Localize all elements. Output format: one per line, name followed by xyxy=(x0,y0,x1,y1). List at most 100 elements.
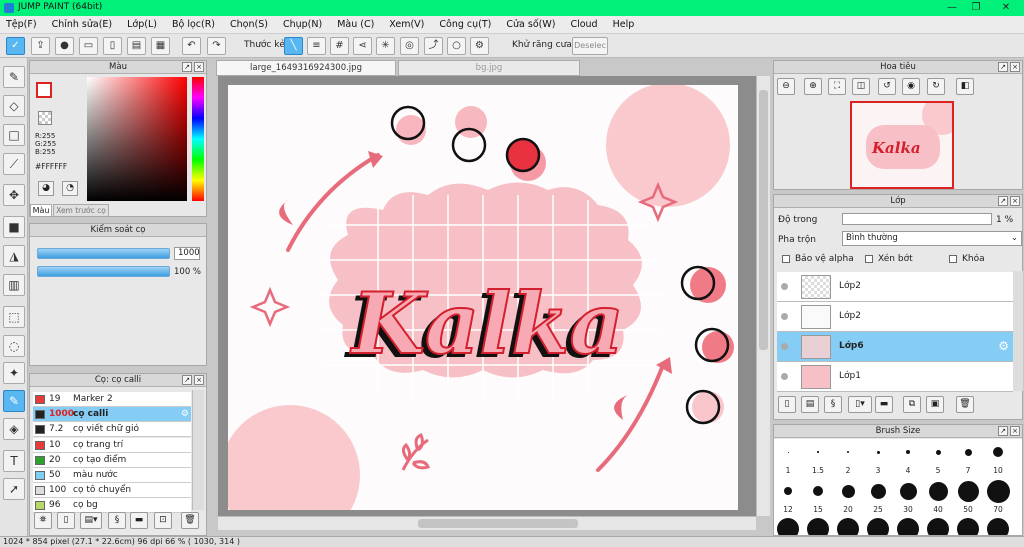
menu-filter[interactable]: Bộ lọc(R) xyxy=(172,19,215,30)
brush-size-option[interactable] xyxy=(957,480,979,502)
brush-size-slider[interactable] xyxy=(37,248,170,259)
brush-size-option[interactable] xyxy=(870,483,886,499)
brush-opacity-slider[interactable] xyxy=(37,266,170,277)
brush-size-option[interactable] xyxy=(928,481,948,501)
menu-layer[interactable]: Lớp(L) xyxy=(127,19,157,30)
brush-list-item[interactable]: 10 cọ trang trí xyxy=(33,437,191,453)
clipping-checkbox[interactable] xyxy=(865,255,873,263)
transparent-swatch[interactable] xyxy=(38,111,52,125)
tab-color[interactable]: Màu xyxy=(30,204,52,217)
menu-tools[interactable]: Công cụ(T) xyxy=(439,19,491,30)
visibility-icon[interactable] xyxy=(781,373,788,380)
fit-view-icon[interactable]: ⛶ xyxy=(828,78,846,95)
brush-size-option[interactable] xyxy=(807,518,829,535)
magic-wand-icon[interactable]: ✦ xyxy=(3,362,25,384)
curve-ruler-icon[interactable]: ⤴ xyxy=(424,37,443,55)
brush-size-option[interactable] xyxy=(927,518,949,535)
copy-brush-icon[interactable]: ▤▾ xyxy=(80,512,102,529)
panel-float-icon[interactable]: ↗ xyxy=(998,196,1008,206)
vertical-scroll-thumb[interactable] xyxy=(759,90,768,350)
rotate-left-icon[interactable]: ↺ xyxy=(878,78,896,95)
circle-ruler-icon[interactable]: ○ xyxy=(447,37,466,55)
brush-size-option[interactable] xyxy=(777,518,799,535)
fill-rect-tool-icon[interactable]: ■ xyxy=(3,216,25,238)
menu-help[interactable]: Help xyxy=(613,19,635,30)
blend-mode-select[interactable]: Bình thường ⌄ xyxy=(842,231,1022,246)
chat-icon[interactable]: ● xyxy=(55,37,74,55)
deselect-button[interactable]: Deselec xyxy=(572,37,608,55)
brush-size-option[interactable] xyxy=(837,518,859,535)
layer-properties-icon[interactable]: ▣ xyxy=(926,396,944,413)
layer-folder-icon[interactable]: ▬ xyxy=(875,396,893,413)
tab-brush-preview[interactable]: Xem trước cọ xyxy=(53,204,109,217)
brush-list-item[interactable]: 100 cọ tô chuyển xyxy=(33,483,191,499)
zoom-in-icon[interactable]: ⊕ xyxy=(804,78,822,95)
layer-add-menu-icon[interactable]: ▯▾ xyxy=(848,396,872,413)
duplicate-layer-icon[interactable]: ▤ xyxy=(801,396,819,413)
brush-size-option[interactable] xyxy=(986,479,1010,503)
text-tool-icon[interactable]: T xyxy=(3,450,25,472)
check-icon[interactable]: ✓ xyxy=(6,37,25,55)
flip-icon[interactable]: ◧ xyxy=(956,78,974,95)
operation-tool-icon[interactable]: ➚ xyxy=(3,478,25,500)
brush-size-option[interactable] xyxy=(987,518,1009,535)
brush-size-option[interactable] xyxy=(847,451,849,453)
horizontal-scroll-thumb[interactable] xyxy=(418,519,578,528)
hue-slider[interactable] xyxy=(192,77,204,201)
menu-view[interactable]: Xem(V) xyxy=(389,19,424,30)
panel-float-icon[interactable]: ↗ xyxy=(182,375,192,385)
line-tool-icon[interactable]: ⟋ xyxy=(3,153,25,175)
visibility-icon[interactable] xyxy=(781,313,788,320)
visibility-icon[interactable] xyxy=(781,283,788,290)
layer-row[interactable]: Lớp1 xyxy=(777,362,1013,392)
protect-alpha-checkbox[interactable] xyxy=(782,255,790,263)
visibility-icon[interactable] xyxy=(781,343,788,350)
brush-size-option[interactable] xyxy=(787,451,789,453)
menu-select[interactable]: Chọn(S) xyxy=(230,19,268,30)
brush-size-option[interactable] xyxy=(867,518,889,535)
palette-icon[interactable]: ◕ xyxy=(38,181,54,196)
rectangle-tool-icon[interactable]: □ xyxy=(3,124,25,146)
artwork-canvas[interactable]: Kalka Kalka xyxy=(228,85,738,510)
panel-close-icon[interactable]: × xyxy=(194,375,204,385)
zoom-out-icon[interactable]: ⊖ xyxy=(777,78,795,95)
horizontal-scrollbar[interactable] xyxy=(218,516,756,530)
script-icon[interactable]: § xyxy=(108,512,126,529)
delete-brush-icon[interactable]: 🗑 xyxy=(181,512,199,529)
navigator-thumbnail[interactable]: Kalka xyxy=(850,101,954,189)
actual-size-icon[interactable]: ◫ xyxy=(852,78,870,95)
page-icon[interactable]: ▯ xyxy=(103,37,122,55)
brush-size-option[interactable] xyxy=(935,449,941,455)
new-brush-icon[interactable]: ▯ xyxy=(57,512,75,529)
brush-size-option[interactable] xyxy=(841,484,855,498)
brush-size-option[interactable] xyxy=(957,518,979,535)
lock-checkbox[interactable] xyxy=(949,255,957,263)
close-icon[interactable]: ✕ xyxy=(998,1,1014,15)
select-eraser-icon[interactable]: ◈ xyxy=(3,418,25,440)
comment-icon[interactable]: ▭ xyxy=(79,37,98,55)
concentric-ruler-icon[interactable]: ◎ xyxy=(400,37,419,55)
layer-settings-icon[interactable]: ⚙ xyxy=(998,339,1009,353)
move-tool-icon[interactable]: ✥ xyxy=(3,184,25,206)
layer-icon[interactable]: ▤ xyxy=(127,37,146,55)
brush-size-option[interactable] xyxy=(876,450,880,454)
menu-file[interactable]: Tệp(F) xyxy=(6,19,37,30)
layer-script-icon[interactable]: § xyxy=(824,396,842,413)
lasso-tool-icon[interactable]: ◌ xyxy=(3,335,25,357)
brush-size-option[interactable] xyxy=(964,448,972,456)
brush-size-option[interactable] xyxy=(897,518,919,535)
rotate-right-icon[interactable]: ↻ xyxy=(927,78,945,95)
brush-list-item[interactable]: 20 cọ tạo điểm xyxy=(33,452,191,468)
add-brush-icon[interactable]: ⛯ xyxy=(34,512,52,529)
panel-float-icon[interactable]: ↗ xyxy=(998,62,1008,72)
grid-ruler-icon[interactable]: # xyxy=(330,37,349,55)
layer-row[interactable]: Lớp6 ⚙ xyxy=(777,332,1013,362)
brush-settings-icon[interactable]: ⚙ xyxy=(181,407,189,421)
menu-edit[interactable]: Chỉnh sửa(E) xyxy=(52,19,113,30)
share-icon[interactable]: ⇪ xyxy=(31,37,50,55)
parallel-ruler-icon[interactable]: ≡ xyxy=(307,37,326,55)
ruler-line-icon[interactable]: ╲ xyxy=(284,37,303,55)
grid-icon[interactable]: ▦ xyxy=(151,37,170,55)
brush-size-option[interactable] xyxy=(899,482,917,500)
perspective-ruler-icon[interactable]: ⋖ xyxy=(353,37,372,55)
